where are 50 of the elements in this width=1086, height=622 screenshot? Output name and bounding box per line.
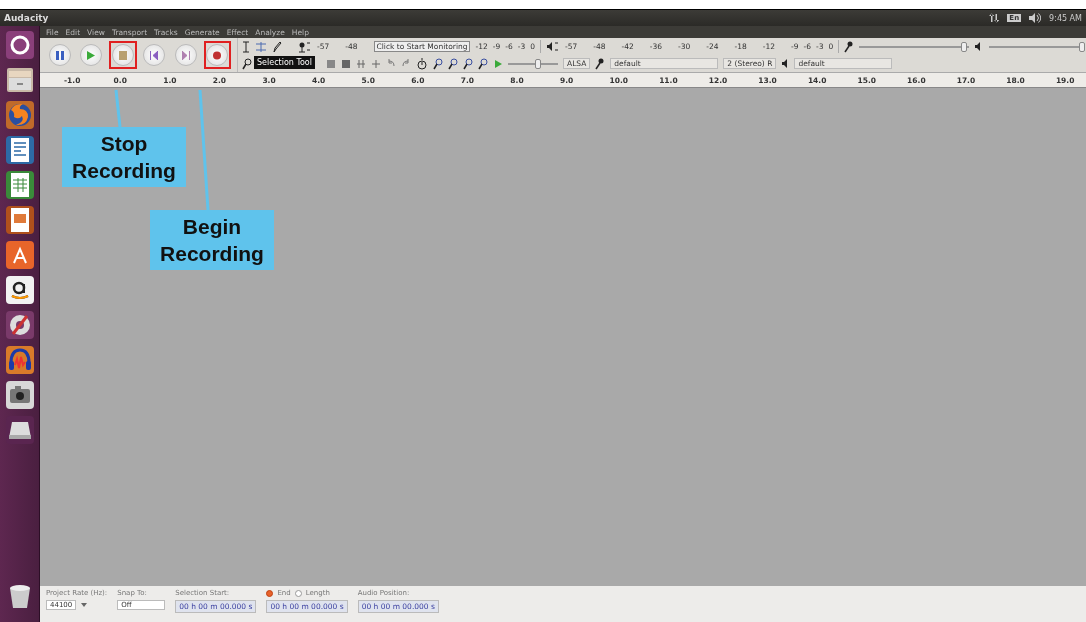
letter-a-icon[interactable] <box>4 275 35 305</box>
browser-globe-icon[interactable] <box>4 100 35 130</box>
edit-tool-icon[interactable] <box>341 57 351 70</box>
skip-start-icon <box>150 50 159 60</box>
edit-tool-icon[interactable] <box>371 57 381 70</box>
tooltip: Selection Tool <box>254 56 315 69</box>
ubuntu-logo-icon[interactable] <box>4 30 35 60</box>
ibeam-tool-icon[interactable] <box>242 40 250 53</box>
timer-icon[interactable] <box>416 57 428 70</box>
record-icon <box>213 50 222 60</box>
callout-label: Begin Recording <box>150 210 274 270</box>
volume-icon[interactable] <box>1029 13 1042 23</box>
file-cabinet-icon[interactable] <box>4 65 35 95</box>
pencil-tool-icon[interactable] <box>272 40 282 53</box>
play-button[interactable] <box>80 44 103 66</box>
envelope-tool-icon[interactable] <box>255 40 267 53</box>
speaker-icon[interactable] <box>545 40 560 53</box>
camera-icon[interactable] <box>4 380 35 410</box>
zoom-icon[interactable] <box>463 57 473 70</box>
zoom-icon[interactable] <box>448 57 458 70</box>
zoom-icon[interactable] <box>478 57 488 70</box>
network-icon[interactable] <box>989 13 1000 23</box>
speaker-icon <box>781 57 790 70</box>
play-icon <box>87 50 96 60</box>
spreadsheet-icon[interactable] <box>4 170 35 200</box>
zoom-icon[interactable] <box>433 57 443 70</box>
zoom-tool-icon[interactable] <box>242 57 252 70</box>
edit-tool-icon[interactable] <box>326 57 336 70</box>
text-document-icon[interactable] <box>4 135 35 165</box>
pause-button[interactable] <box>48 44 71 66</box>
clock-time[interactable]: 9:45 AM <box>1049 13 1082 23</box>
window-title: Audacity <box>4 13 49 23</box>
radio-button[interactable] <box>266 589 274 597</box>
skip-start-button[interactable] <box>143 44 166 66</box>
stop-icon <box>118 50 127 60</box>
output-volume-slider-thumb[interactable] <box>1079 41 1086 52</box>
microphone-icon <box>595 57 606 70</box>
callout-label: Stop Recording <box>62 127 186 187</box>
skip-end-icon <box>181 50 190 60</box>
playback-speed-slider-thumb[interactable] <box>535 58 541 69</box>
headphones-waveform-icon[interactable] <box>4 345 35 375</box>
presentation-icon[interactable] <box>4 205 35 235</box>
microphone-icon[interactable] <box>844 40 855 53</box>
radio-button[interactable] <box>294 589 302 597</box>
skip-end-button[interactable] <box>174 44 197 66</box>
microphone-icon[interactable] <box>298 40 312 53</box>
input-volume-slider-thumb[interactable] <box>960 41 967 52</box>
pause-icon <box>55 50 64 60</box>
edit-tool-icon[interactable] <box>356 57 366 70</box>
dropdown-arrow-icon[interactable] <box>80 601 89 609</box>
